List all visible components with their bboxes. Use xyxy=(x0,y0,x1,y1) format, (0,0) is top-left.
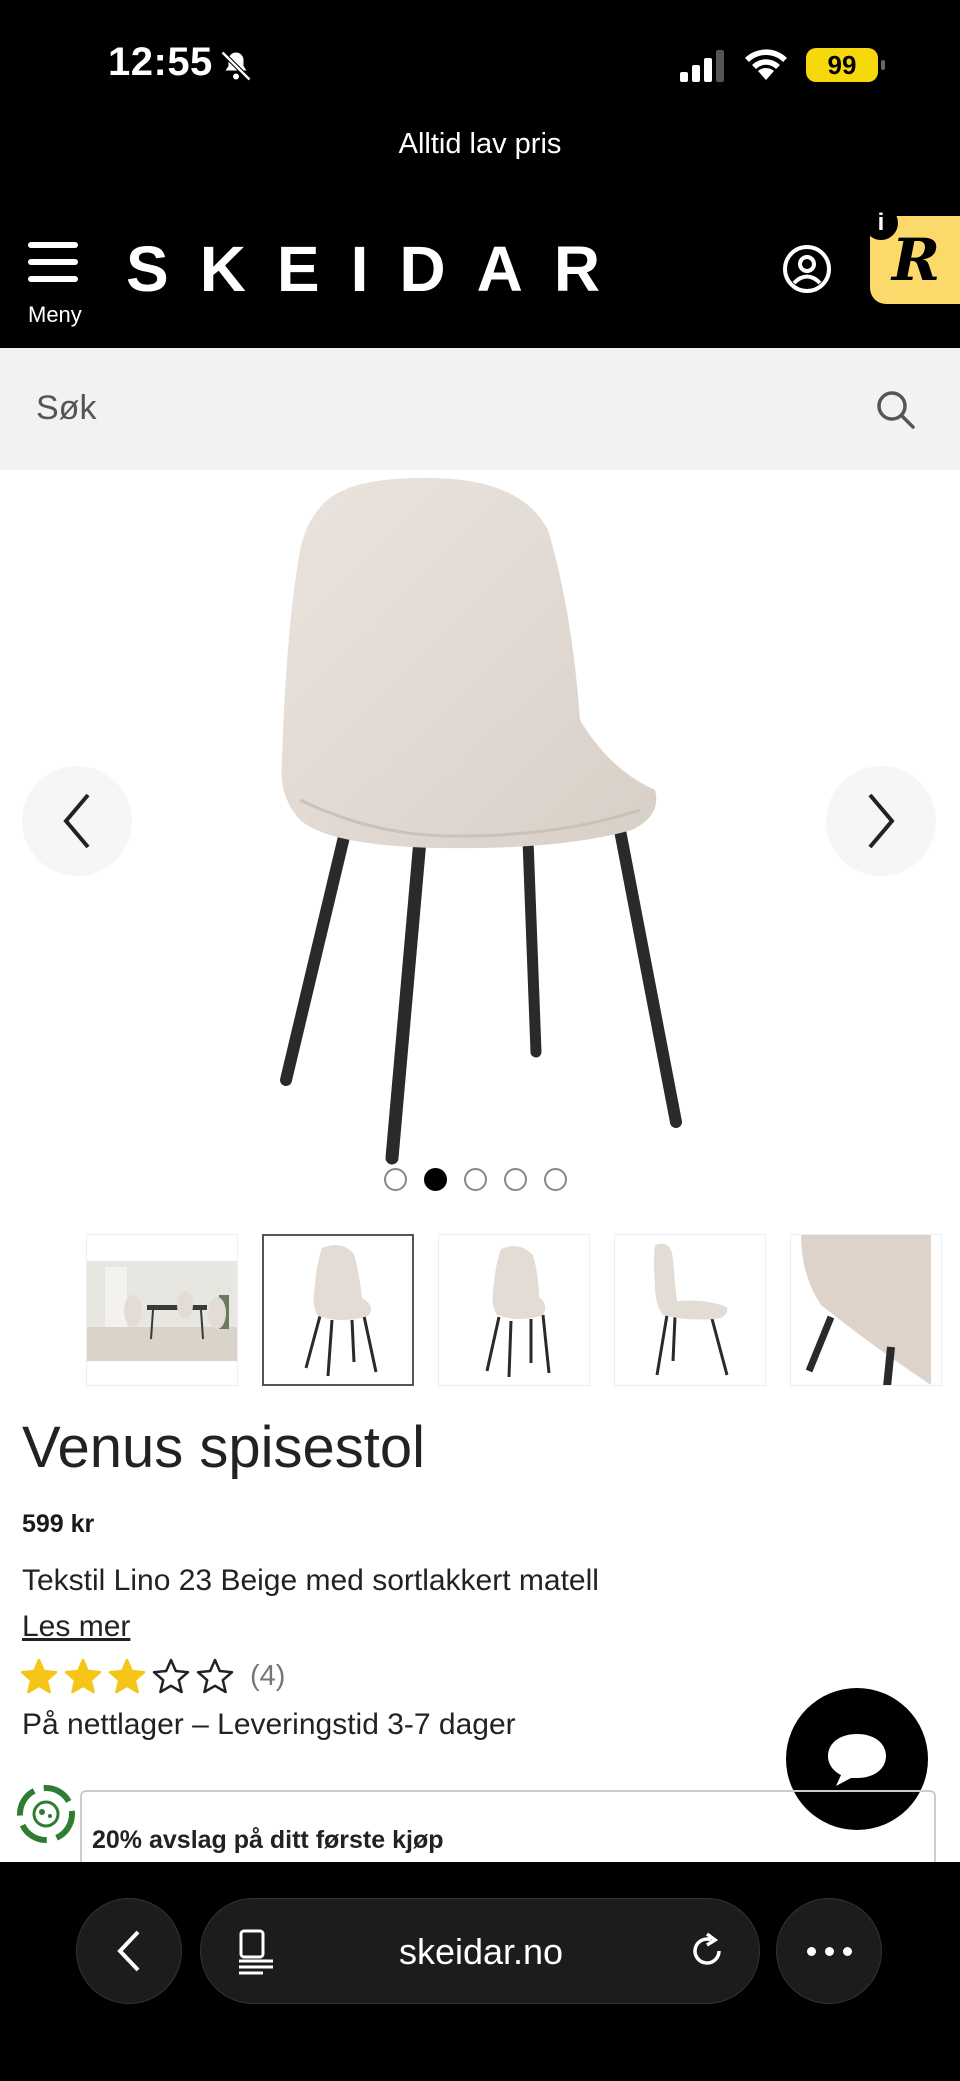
chat-bubble-icon xyxy=(828,1734,886,1786)
chevron-left-icon xyxy=(63,793,90,849)
star-filled-icon xyxy=(20,1658,58,1694)
product-main-image[interactable] xyxy=(0,470,960,1170)
skeidar-logo[interactable]: SKEIDAR xyxy=(126,232,631,306)
wifi-icon xyxy=(745,49,787,80)
reload-icon[interactable] xyxy=(687,1931,727,1971)
search-bar xyxy=(0,348,960,470)
hamburger-icon xyxy=(28,242,86,282)
thumbnail-side[interactable] xyxy=(614,1234,766,1386)
star-filled-icon xyxy=(108,1658,146,1694)
more-dot xyxy=(824,1946,834,1956)
reward-info-icon[interactable]: i xyxy=(864,206,898,240)
recycle-icon xyxy=(17,1785,75,1843)
more-dot xyxy=(842,1946,852,1956)
gallery-dot[interactable] xyxy=(424,1168,447,1191)
thumbnail-angle[interactable] xyxy=(438,1234,590,1386)
browser-more-button[interactable] xyxy=(776,1898,882,2004)
status-time: 12:55 xyxy=(108,40,213,84)
browser-back-button[interactable] xyxy=(76,1898,182,2004)
product-price: 599 kr xyxy=(22,1510,95,1538)
gallery-dot[interactable] xyxy=(544,1168,567,1191)
gallery-dot[interactable] xyxy=(384,1168,407,1191)
stock-status: På nettlager – Leveringstid 3-7 dager xyxy=(22,1708,516,1741)
star-filled-icon xyxy=(64,1658,102,1694)
product-description: Tekstil Lino 23 Beige med sortlakkert ma… xyxy=(22,1564,599,1597)
thumbnail-front[interactable] xyxy=(262,1234,414,1386)
product-title: Venus spisestol xyxy=(22,1415,426,1480)
star-empty-icon xyxy=(196,1658,234,1694)
gallery-pagination xyxy=(384,1168,567,1191)
read-more-link[interactable]: Les mer xyxy=(22,1610,130,1644)
thumbnail-strip xyxy=(86,1234,942,1386)
url-text[interactable]: skeidar.no xyxy=(201,1931,761,1973)
gallery-prev-button[interactable] xyxy=(22,766,132,876)
signal-icon xyxy=(680,50,724,82)
battery-indicator: 99 xyxy=(806,48,885,82)
gallery-dot[interactable] xyxy=(464,1168,487,1191)
thumbnail-room[interactable] xyxy=(86,1234,238,1386)
search-input[interactable] xyxy=(36,378,836,438)
discount-text[interactable]: 20% avslag på ditt første kjøp xyxy=(92,1826,444,1855)
address-bar[interactable]: skeidar.no xyxy=(200,1898,760,2004)
menu-label[interactable]: Meny xyxy=(28,302,82,328)
user-account-icon[interactable] xyxy=(782,244,832,294)
more-dot xyxy=(806,1946,816,1956)
rating-stars[interactable]: (4) xyxy=(20,1658,285,1694)
gallery-next-button[interactable] xyxy=(826,766,936,876)
chevron-left-icon xyxy=(117,1930,140,1972)
rating-count[interactable]: (4) xyxy=(250,1660,285,1693)
search-icon[interactable] xyxy=(874,388,916,430)
star-empty-icon xyxy=(152,1658,190,1694)
bell-off-icon xyxy=(220,50,252,82)
thumbnail-detail[interactable] xyxy=(790,1234,942,1386)
gallery-dot[interactable] xyxy=(504,1168,527,1191)
promo-banner[interactable]: Alltid lav pris xyxy=(0,128,960,161)
chevron-right-icon xyxy=(868,793,895,849)
